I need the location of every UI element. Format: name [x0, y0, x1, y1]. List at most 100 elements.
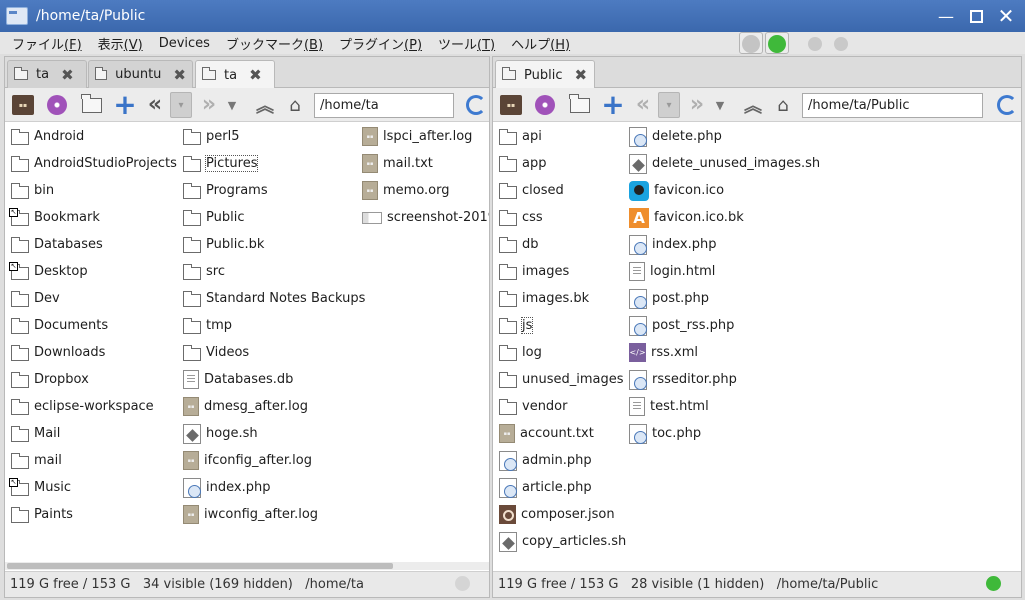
new-folder-button[interactable] [80, 93, 104, 117]
folder-item[interactable]: Pictures [183, 150, 365, 177]
file-item[interactable]: screenshot-2019 [362, 204, 489, 231]
file-item[interactable]: ▪▪ memo.org [362, 177, 489, 204]
folder-item[interactable]: Standard Notes Backups [183, 285, 365, 312]
close-tab-icon[interactable]: ✖ [249, 66, 262, 84]
disc-button[interactable] [45, 93, 69, 117]
file-item[interactable]: </> rss.xml [629, 339, 820, 366]
folder-item[interactable]: Documents [11, 312, 177, 339]
folder-item[interactable]: css [499, 204, 626, 231]
file-item[interactable]: ▪▪ mail.txt [362, 150, 489, 177]
scrollbar-thumb[interactable] [7, 563, 393, 569]
menu-plugins[interactable]: プラグイン(P) [339, 34, 422, 53]
file-item[interactable]: login.html [629, 258, 820, 285]
file-item[interactable]: ▪▪ ifconfig_after.log [183, 447, 365, 474]
file-item[interactable]: Afavicon.ico.bk [629, 204, 820, 231]
right-file-list[interactable]: api app closed css db images images.bk js log unu… [493, 123, 1021, 563]
forward-button[interactable]: » [685, 93, 709, 117]
new-tab-button[interactable]: + [113, 91, 137, 119]
folder-item[interactable]: perl5 [183, 123, 365, 150]
history-dropdown-button[interactable]: ▾ [169, 92, 193, 118]
folder-item[interactable]: unused_images [499, 366, 626, 393]
up-button[interactable]: ︽ [741, 93, 765, 117]
maximize-button[interactable] [966, 6, 986, 26]
minimize-button[interactable]: — [936, 6, 956, 26]
file-item[interactable]: post.php [629, 285, 820, 312]
home-button[interactable]: ⌂ [771, 93, 795, 117]
file-item[interactable]: toc.php [629, 420, 820, 447]
close-window-button[interactable]: ✕ [996, 4, 1016, 28]
folder-item[interactable]: app [499, 150, 626, 177]
folder-item[interactable]: vendor [499, 393, 626, 420]
history-dropdown-button[interactable]: ▾ [657, 92, 681, 118]
folder-item[interactable]: Mail [11, 420, 177, 447]
menu-help[interactable]: ヘルプ(H) [511, 34, 570, 53]
file-item[interactable]: ▪▪ dmesg_after.log [183, 393, 365, 420]
menu-bookmarks[interactable]: ブックマーク(B) [226, 34, 323, 53]
left-file-list[interactable]: Android AndroidStudioProjects bin ↖ Bookmark… [5, 123, 489, 563]
tab-public[interactable]: Public ✖ [495, 60, 595, 89]
close-tab-icon[interactable]: ✖ [574, 66, 587, 84]
close-tab-icon[interactable]: ✖ [61, 66, 74, 84]
folder-item[interactable]: Paints [11, 501, 177, 528]
archive-button[interactable]: ▪▪ [499, 93, 523, 117]
folder-item[interactable]: Android [11, 123, 177, 150]
menu-file[interactable]: ファイル(F) [12, 34, 82, 53]
folder-item[interactable]: AndroidStudioProjects [11, 150, 177, 177]
file-item[interactable]: index.php [183, 474, 365, 501]
new-folder-button[interactable] [568, 93, 592, 117]
menu-tools[interactable]: ツール(T) [438, 34, 495, 53]
folder-item[interactable]: bin [11, 177, 177, 204]
folder-item[interactable]: Downloads [11, 339, 177, 366]
file-item[interactable]: rsseditor.php [629, 366, 820, 393]
forward-history-dropdown[interactable]: ▼ [713, 93, 727, 117]
menu-view[interactable]: 表示(V) [98, 34, 143, 53]
folder-item[interactable]: src [183, 258, 365, 285]
file-item[interactable]: composer.json [499, 501, 626, 528]
folder-item[interactable]: Videos [183, 339, 365, 366]
folder-item[interactable]: closed [499, 177, 626, 204]
file-item[interactable]: hoge.sh [183, 420, 365, 447]
folder-item[interactable]: ↖ Music [9, 474, 177, 501]
title-bar[interactable]: /home/ta/Public — ✕ [0, 0, 1025, 32]
folder-item[interactable]: images [499, 258, 626, 285]
folder-item[interactable]: Public [183, 204, 365, 231]
file-item[interactable]: ▪▪ account.txt [499, 420, 626, 447]
path-input[interactable] [802, 93, 983, 118]
close-tab-icon[interactable]: ✖ [173, 66, 186, 84]
tab-ta-1[interactable]: ta ✖ [7, 60, 87, 88]
new-tab-button[interactable]: + [601, 91, 625, 119]
file-item[interactable]: ▪▪ lspci_after.log [362, 123, 489, 150]
folder-item[interactable]: Dev [11, 285, 177, 312]
folder-item[interactable]: Public.bk [183, 231, 365, 258]
folder-item[interactable]: ↖ Desktop [9, 258, 177, 285]
folder-item[interactable]: Databases [11, 231, 177, 258]
file-item[interactable]: favicon.ico [629, 177, 820, 204]
file-item[interactable]: Databases.db [183, 366, 365, 393]
file-item[interactable]: copy_articles.sh [499, 528, 626, 555]
disc-button[interactable] [533, 93, 557, 117]
left-horizontal-scrollbar[interactable] [5, 562, 489, 570]
home-button[interactable]: ⌂ [283, 93, 307, 117]
file-item[interactable]: ▪▪ iwconfig_after.log [183, 501, 365, 528]
folder-item[interactable]: Programs [183, 177, 365, 204]
folder-item[interactable]: api [499, 123, 626, 150]
tab-ta-active[interactable]: ta ✖ [195, 60, 275, 89]
forward-history-dropdown[interactable]: ▼ [225, 93, 239, 117]
folder-item[interactable]: js [499, 312, 626, 339]
folder-item[interactable]: Dropbox [11, 366, 177, 393]
forward-button[interactable]: » [197, 93, 221, 117]
tab-ubuntu[interactable]: ubuntu ✖ [88, 60, 193, 88]
back-button[interactable]: « [143, 93, 167, 117]
path-input[interactable] [314, 93, 454, 118]
menu-devices[interactable]: Devices [159, 36, 210, 51]
file-item[interactable]: test.html [629, 393, 820, 420]
folder-item[interactable]: db [499, 231, 626, 258]
reload-button[interactable] [464, 93, 488, 117]
folder-item[interactable]: ↖ Bookmark [9, 204, 177, 231]
folder-item[interactable]: mail [11, 447, 177, 474]
folder-item[interactable]: eclipse-workspace [11, 393, 177, 420]
folder-item[interactable]: images.bk [499, 285, 626, 312]
file-item[interactable]: delete_unused_images.sh [629, 150, 820, 177]
file-item[interactable]: index.php [629, 231, 820, 258]
file-item[interactable]: post_rss.php [629, 312, 820, 339]
